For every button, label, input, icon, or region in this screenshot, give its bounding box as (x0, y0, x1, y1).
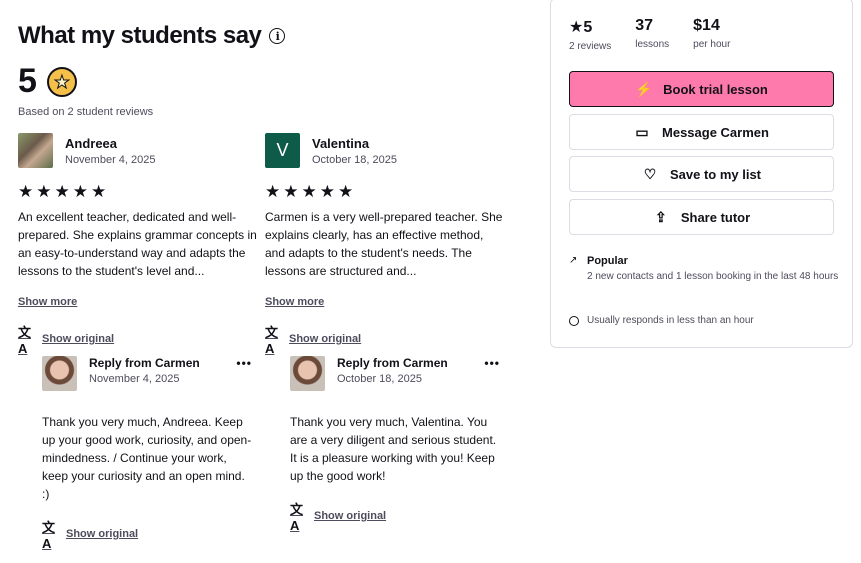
chat-icon: ▭ (635, 123, 649, 140)
reply-date: November 4, 2025 (89, 373, 180, 385)
save-to-list-button[interactable]: ♡ Save to my list (569, 156, 834, 192)
popular-notice: ↗ Popular 2 new contacts and 1 lesson bo… (569, 255, 839, 284)
booking-panel: ★5 2 reviews 37 lessons $14 per hour ⚡ B… (550, 0, 853, 348)
reviewer-name: Valentina (312, 135, 370, 151)
response-time: Usually responds in less than an hour (569, 315, 754, 326)
popular-description: 2 new contacts and 1 lesson booking in t… (587, 271, 839, 282)
review-text: Carmen is a very well-prepared teacher. … (265, 210, 503, 278)
stat-label: 2 reviews (569, 41, 612, 52)
reviewer-avatar: V (265, 133, 300, 168)
show-more-link[interactable]: Show more (18, 296, 258, 308)
tutor-reply: Reply from Carmen ••• November 4, 2025 T… (42, 356, 252, 551)
stat-value: 37 (635, 17, 654, 34)
heart-icon: ♡ (643, 165, 657, 182)
review-stars: ★★★★★ (265, 182, 357, 201)
review-text: An excellent teacher, dedicated and well… (18, 210, 257, 278)
stat-rating: ★5 2 reviews (569, 17, 611, 52)
popular-title: Popular (587, 255, 628, 267)
show-original-link[interactable]: 文A Show original (265, 322, 505, 356)
message-label: Message Carmen (662, 124, 769, 140)
trending-icon: ↗ (569, 255, 578, 266)
more-options-icon[interactable]: ••• (236, 356, 252, 370)
stat-value: $14 (693, 17, 720, 34)
title-text: What my students say (18, 22, 262, 49)
info-icon[interactable]: i (269, 28, 286, 44)
reply-date: October 18, 2025 (337, 373, 423, 385)
show-more-link[interactable]: Show more (265, 296, 505, 308)
tutor-reply: Reply from Carmen ••• October 18, 2025 T… (290, 356, 500, 533)
show-original-link[interactable]: 文A Show original (18, 322, 258, 356)
tutor-avatar (42, 356, 77, 391)
translate-icon: 文A (290, 502, 304, 533)
tutor-avatar (290, 356, 325, 391)
based-on-text: Based on 2 student reviews (18, 106, 154, 118)
show-original-link[interactable]: 文A Show original (290, 499, 500, 533)
message-button[interactable]: ▭ Message Carmen (569, 114, 834, 150)
reply-title: Reply from Carmen (89, 356, 200, 370)
star-badge-icon: ★ (46, 66, 77, 97)
review-date: October 18, 2025 (312, 153, 398, 166)
response-time-text: Usually responds in less than an hour (587, 315, 754, 326)
book-trial-button[interactable]: ⚡ Book trial lesson (569, 71, 834, 107)
stat-lessons: 37 lessons (635, 17, 669, 52)
show-original-label[interactable]: Show original (314, 510, 386, 522)
show-original-link[interactable]: 文A Show original (42, 517, 252, 551)
reviewer-avatar (18, 133, 53, 168)
share-tutor-button[interactable]: ⇪ Share tutor (569, 199, 834, 235)
review-card: Andreea November 4, 2025 ★★★★★ An excell… (18, 133, 258, 356)
review-card: V Valentina October 18, 2025 ★★★★★ Carme… (265, 133, 505, 356)
book-trial-label: Book trial lesson (663, 81, 768, 97)
translate-icon: 文A (18, 325, 32, 356)
share-label: Share tutor (680, 209, 751, 225)
share-icon: ⇪ (654, 208, 667, 225)
overall-rating: 5 ★ (18, 62, 77, 101)
reply-title: Reply from Carmen (337, 356, 448, 370)
more-options-icon[interactable]: ••• (484, 356, 500, 370)
tutor-stats: ★5 2 reviews 37 lessons $14 per hour (569, 17, 730, 52)
translate-icon: 文A (42, 520, 56, 551)
lightning-icon: ⚡ (635, 80, 653, 97)
reply-text: Thank you very much, Valentina. You are … (290, 415, 497, 483)
page-title: What my students say i (18, 22, 286, 50)
save-label: Save to my list (669, 166, 762, 182)
reviewer-name: Andreea (65, 135, 118, 151)
stat-label: per hour (693, 39, 731, 50)
rating-value: 5 (18, 62, 37, 100)
show-original-label[interactable]: Show original (66, 528, 138, 540)
clock-icon (569, 315, 579, 326)
show-original-label[interactable]: Show original (42, 333, 114, 345)
show-original-label[interactable]: Show original (289, 333, 361, 345)
translate-icon: 文A (265, 325, 279, 356)
stat-value: ★5 (569, 19, 593, 36)
reply-text: Thank you very much, Andreea. Keep up yo… (42, 415, 252, 501)
review-date: November 4, 2025 (65, 153, 156, 166)
review-stars: ★★★★★ (18, 182, 110, 201)
stat-price: $14 per hour (693, 17, 730, 52)
stat-label: lessons (635, 39, 670, 50)
